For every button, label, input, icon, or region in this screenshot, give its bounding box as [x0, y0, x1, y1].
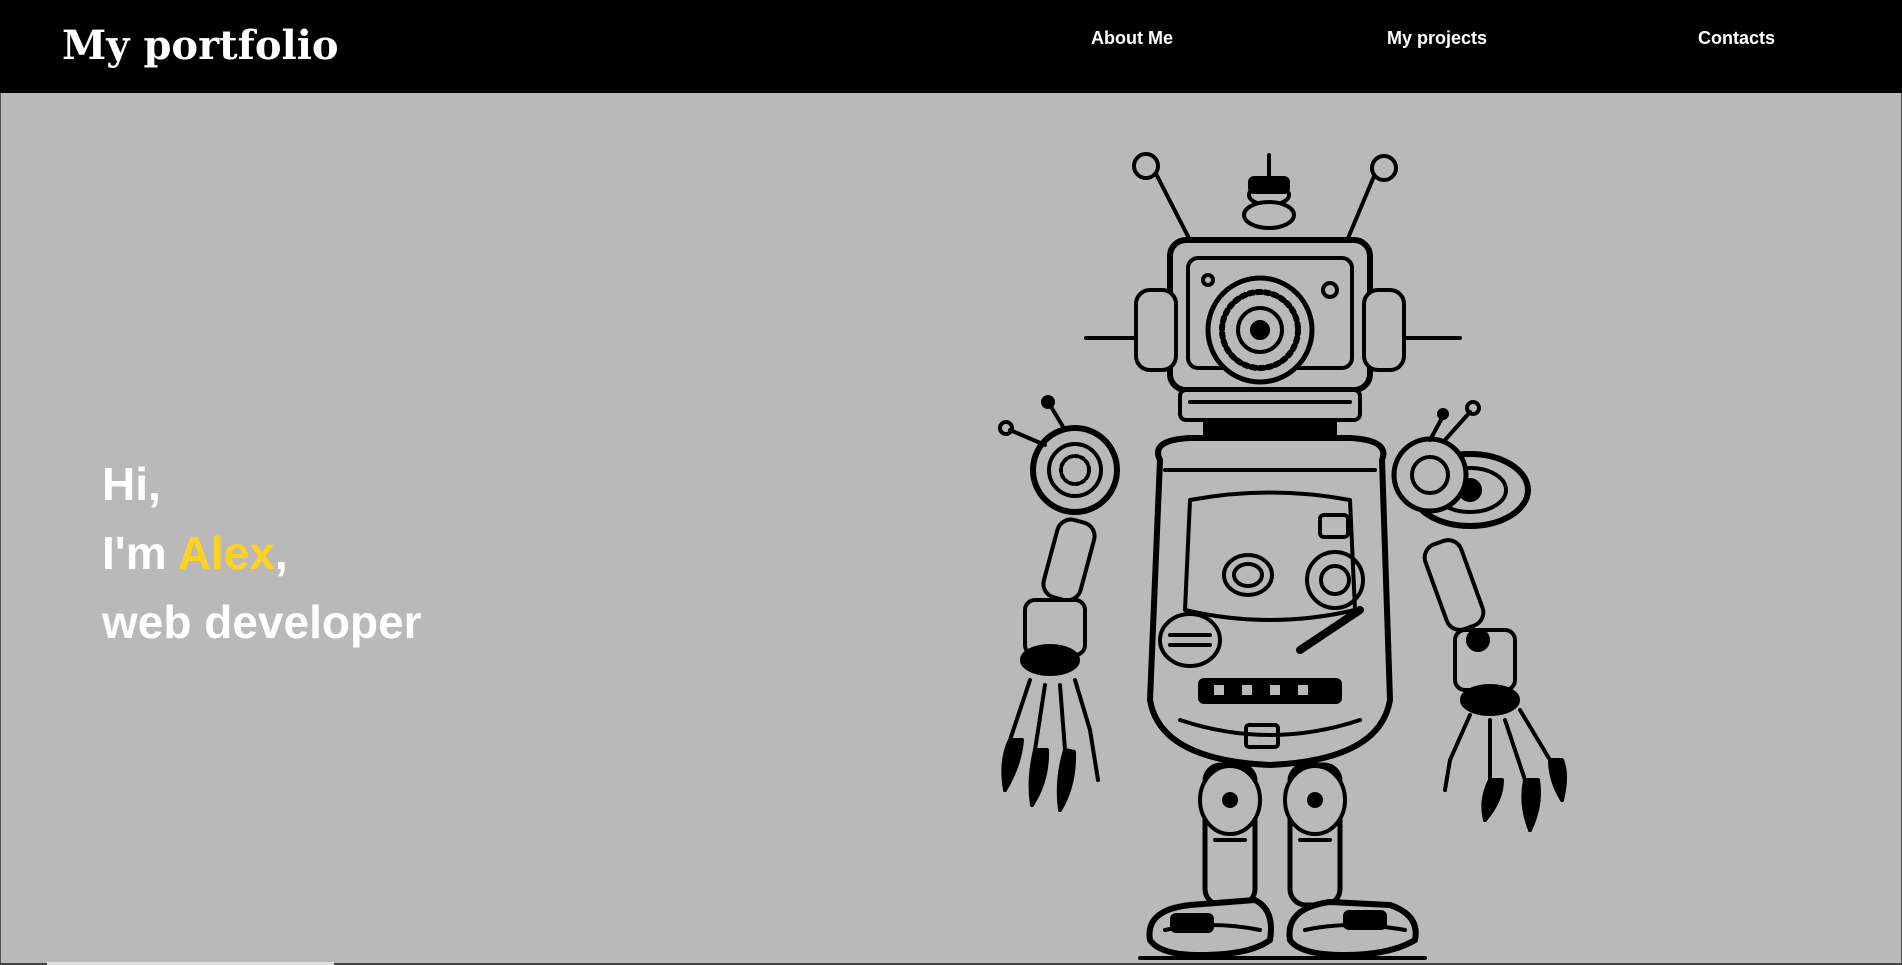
hero-name: Alex: [177, 527, 275, 579]
page: My portfolio About Me My projects Contac…: [0, 0, 1902, 965]
hero-intro-line: I'm Alex,: [102, 519, 422, 588]
nav-contacts[interactable]: Contacts: [1698, 28, 1775, 49]
nav-my-projects[interactable]: My projects: [1387, 28, 1487, 49]
robot-illustration: [998, 152, 1567, 960]
hero-intro-prefix: I'm: [102, 527, 178, 579]
nav-about-me[interactable]: About Me: [1091, 28, 1173, 49]
hero-greeting: Hi,: [102, 458, 161, 510]
site-header: My portfolio About Me My projects Contac…: [0, 0, 1902, 93]
hero-heading: Hi, I'm Alex, web developer: [102, 450, 422, 657]
hero-role: web developer: [102, 596, 422, 648]
hero-intro-suffix: ,: [274, 527, 288, 579]
site-logo[interactable]: My portfolio: [62, 22, 339, 70]
